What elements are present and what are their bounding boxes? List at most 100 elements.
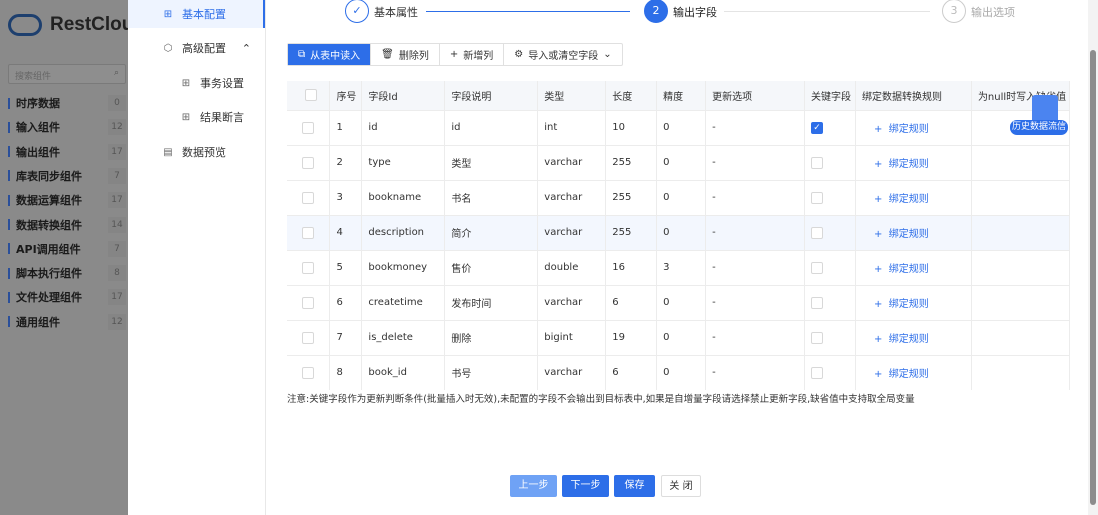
- read-from-table-button[interactable]: ⧉从表中读入: [288, 44, 371, 65]
- type-cell[interactable]: double: [538, 250, 606, 285]
- field-id-cell[interactable]: id: [362, 110, 445, 145]
- field-desc-cell[interactable]: 书号: [445, 355, 538, 390]
- field-desc-cell[interactable]: 删除: [445, 320, 538, 355]
- default-value-cell[interactable]: [971, 250, 1069, 285]
- update-option-cell[interactable]: -: [706, 110, 805, 145]
- nav-data-preview[interactable]: ▤数据预览: [128, 138, 265, 166]
- key-field-checkbox[interactable]: [811, 157, 823, 169]
- row-checkbox[interactable]: [302, 192, 314, 204]
- component-category[interactable]: 输入组件12: [8, 119, 128, 135]
- bind-rule-link[interactable]: + 绑定规则: [856, 180, 972, 215]
- field-desc-cell[interactable]: 书名: [445, 180, 538, 215]
- row-checkbox[interactable]: [302, 122, 314, 134]
- row-checkbox[interactable]: [302, 227, 314, 239]
- length-cell[interactable]: 255: [606, 180, 657, 215]
- default-value-cell[interactable]: [971, 215, 1069, 250]
- nav-transaction-settings[interactable]: ⊞事务设置: [128, 69, 265, 97]
- type-cell[interactable]: varchar: [538, 355, 606, 390]
- key-field-checkbox[interactable]: [811, 297, 823, 309]
- type-cell[interactable]: varchar: [538, 285, 606, 320]
- precision-cell[interactable]: 0: [657, 145, 706, 180]
- row-checkbox[interactable]: [302, 297, 314, 309]
- key-field-checkbox[interactable]: ✓: [811, 122, 823, 134]
- precision-cell[interactable]: 0: [657, 180, 706, 215]
- component-category[interactable]: 通用组件12: [8, 314, 128, 330]
- length-cell[interactable]: 255: [606, 215, 657, 250]
- component-category[interactable]: 文件处理组件17: [8, 289, 128, 305]
- update-option-cell[interactable]: -: [706, 285, 805, 320]
- type-cell[interactable]: int: [538, 110, 606, 145]
- default-value-cell[interactable]: [971, 355, 1069, 390]
- field-id-cell[interactable]: createtime: [362, 285, 445, 320]
- nav-result-assert[interactable]: ⊞结果断言: [128, 103, 265, 131]
- component-search-input[interactable]: 搜索组件⌕: [8, 64, 126, 84]
- default-value-cell[interactable]: [971, 180, 1069, 215]
- scrollbar[interactable]: [1088, 0, 1098, 515]
- field-id-cell[interactable]: is_delete: [362, 320, 445, 355]
- length-cell[interactable]: 6: [606, 285, 657, 320]
- update-option-cell[interactable]: -: [706, 355, 805, 390]
- field-desc-cell[interactable]: 售价: [445, 250, 538, 285]
- update-option-cell[interactable]: -: [706, 215, 805, 250]
- bind-rule-link[interactable]: + 绑定规则: [856, 110, 972, 145]
- field-desc-cell[interactable]: 类型: [445, 145, 538, 180]
- nav-advanced-config[interactable]: ⬡高级配置⌃: [128, 34, 265, 62]
- update-option-cell[interactable]: -: [706, 250, 805, 285]
- type-cell[interactable]: varchar: [538, 180, 606, 215]
- nav-basic-config[interactable]: ⊞基本配置: [128, 0, 265, 28]
- delete-column-button[interactable]: 🗑删除列: [371, 44, 440, 65]
- precision-cell[interactable]: 0: [657, 355, 706, 390]
- component-category[interactable]: API调用组件7: [8, 241, 128, 257]
- add-column-button[interactable]: +新增列: [440, 44, 504, 65]
- key-field-checkbox[interactable]: [811, 192, 823, 204]
- length-cell[interactable]: 10: [606, 110, 657, 145]
- row-checkbox[interactable]: [302, 367, 314, 379]
- precision-cell[interactable]: 0: [657, 320, 706, 355]
- component-category[interactable]: 库表同步组件7: [8, 168, 128, 184]
- field-desc-cell[interactable]: 简介: [445, 215, 538, 250]
- key-field-checkbox[interactable]: [811, 262, 823, 274]
- row-checkbox[interactable]: [302, 332, 314, 344]
- type-cell[interactable]: varchar: [538, 145, 606, 180]
- field-desc-cell[interactable]: 发布时间: [445, 285, 538, 320]
- bind-rule-link[interactable]: + 绑定规则: [856, 285, 972, 320]
- length-cell[interactable]: 16: [606, 250, 657, 285]
- import-clear-fields-dropdown[interactable]: ⚙导入或清空字段⌄: [504, 44, 621, 65]
- next-step-button[interactable]: 下一步: [562, 475, 609, 497]
- key-field-checkbox[interactable]: [811, 227, 823, 239]
- length-cell[interactable]: 255: [606, 145, 657, 180]
- bind-rule-link[interactable]: + 绑定规则: [856, 250, 972, 285]
- bind-rule-link[interactable]: + 绑定规则: [856, 320, 972, 355]
- default-value-cell[interactable]: [971, 285, 1069, 320]
- field-desc-cell[interactable]: id: [445, 110, 538, 145]
- field-id-cell[interactable]: type: [362, 145, 445, 180]
- precision-cell[interactable]: 3: [657, 250, 706, 285]
- length-cell[interactable]: 19: [606, 320, 657, 355]
- key-field-checkbox[interactable]: [811, 367, 823, 379]
- field-id-cell[interactable]: book_id: [362, 355, 445, 390]
- select-all-checkbox[interactable]: [305, 89, 317, 101]
- history-dataflow-widget[interactable]: 历史数据流信息: [1010, 95, 1068, 135]
- type-cell[interactable]: bigint: [538, 320, 606, 355]
- field-id-cell[interactable]: bookname: [362, 180, 445, 215]
- component-category[interactable]: 脚本执行组件8: [8, 265, 128, 281]
- row-checkbox[interactable]: [302, 157, 314, 169]
- type-cell[interactable]: varchar: [538, 215, 606, 250]
- update-option-cell[interactable]: -: [706, 145, 805, 180]
- field-id-cell[interactable]: bookmoney: [362, 250, 445, 285]
- field-id-cell[interactable]: description: [362, 215, 445, 250]
- scrollbar-thumb[interactable]: [1090, 50, 1096, 505]
- close-button[interactable]: 关 闭: [661, 475, 701, 497]
- component-category[interactable]: 输出组件17: [8, 144, 128, 160]
- default-value-cell[interactable]: [971, 320, 1069, 355]
- update-option-cell[interactable]: -: [706, 180, 805, 215]
- update-option-cell[interactable]: -: [706, 320, 805, 355]
- precision-cell[interactable]: 0: [657, 285, 706, 320]
- component-category[interactable]: 数据运算组件17: [8, 192, 128, 208]
- save-button[interactable]: 保存: [614, 475, 655, 497]
- bind-rule-link[interactable]: + 绑定规则: [856, 355, 972, 390]
- component-category[interactable]: 数据转换组件14: [8, 217, 128, 233]
- row-checkbox[interactable]: [302, 262, 314, 274]
- bind-rule-link[interactable]: + 绑定规则: [856, 145, 972, 180]
- bind-rule-link[interactable]: + 绑定规则: [856, 215, 972, 250]
